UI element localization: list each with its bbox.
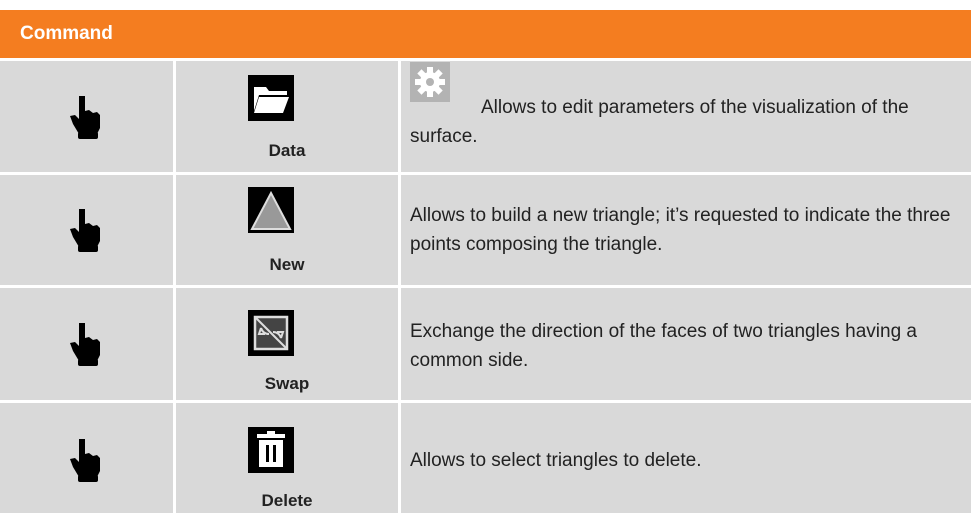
gesture-cell: [0, 61, 173, 172]
header-title: Command: [20, 23, 113, 44]
tap-hand-icon: [70, 439, 100, 482]
command-label-swap: Swap: [264, 374, 310, 393]
description-text: Allows to edit parameters of the visuali…: [410, 62, 965, 151]
description-cell: Exchange the direction of the faces of t…: [401, 288, 971, 400]
table-row: New Allows to build a new triangle; it’s…: [0, 175, 971, 285]
gesture-cell: [0, 175, 173, 285]
command-cell: Delete: [176, 403, 398, 513]
table-row: Delete Allows to select triangles to del…: [0, 403, 971, 513]
command-cell: New: [176, 175, 398, 285]
tap-hand-icon: [70, 96, 100, 139]
tap-hand-icon: [70, 209, 100, 252]
description-cell: Allows to build a new triangle; it’s req…: [401, 175, 971, 285]
table-header: Command: [0, 10, 971, 58]
command-cell: Swap: [176, 288, 398, 400]
description-cell: Allows to select triangles to delete.: [401, 403, 971, 513]
description-delete: Allows to select triangles to delete.: [410, 450, 702, 471]
tap-hand-icon: [70, 323, 100, 366]
description-swap: Exchange the direction of the faces of t…: [410, 321, 917, 371]
triangle-icon[interactable]: [248, 187, 294, 233]
command-label-new: New: [269, 255, 305, 274]
description-cell: Allows to edit parameters of the visuali…: [401, 61, 971, 172]
gesture-cell: [0, 288, 173, 400]
description-new: Allows to build a new triangle; it’s req…: [410, 205, 951, 255]
command-cell: Data: [176, 61, 398, 172]
command-label-data: Data: [268, 141, 306, 160]
trash-icon[interactable]: [248, 427, 294, 473]
table-row: Data Allows to edit parameters of the vi…: [0, 61, 971, 172]
gear-icon[interactable]: [410, 62, 475, 122]
command-label-delete: Delete: [261, 491, 313, 510]
command-table: Command Data Allows to edit parameters o…: [0, 10, 971, 513]
description-data: Allows to edit parameters of the visuali…: [410, 97, 909, 147]
gesture-cell: [0, 403, 173, 513]
folder-icon[interactable]: [248, 75, 294, 121]
table-row: Swap Exchange the direction of the faces…: [0, 288, 971, 400]
swap-icon[interactable]: [248, 310, 294, 356]
